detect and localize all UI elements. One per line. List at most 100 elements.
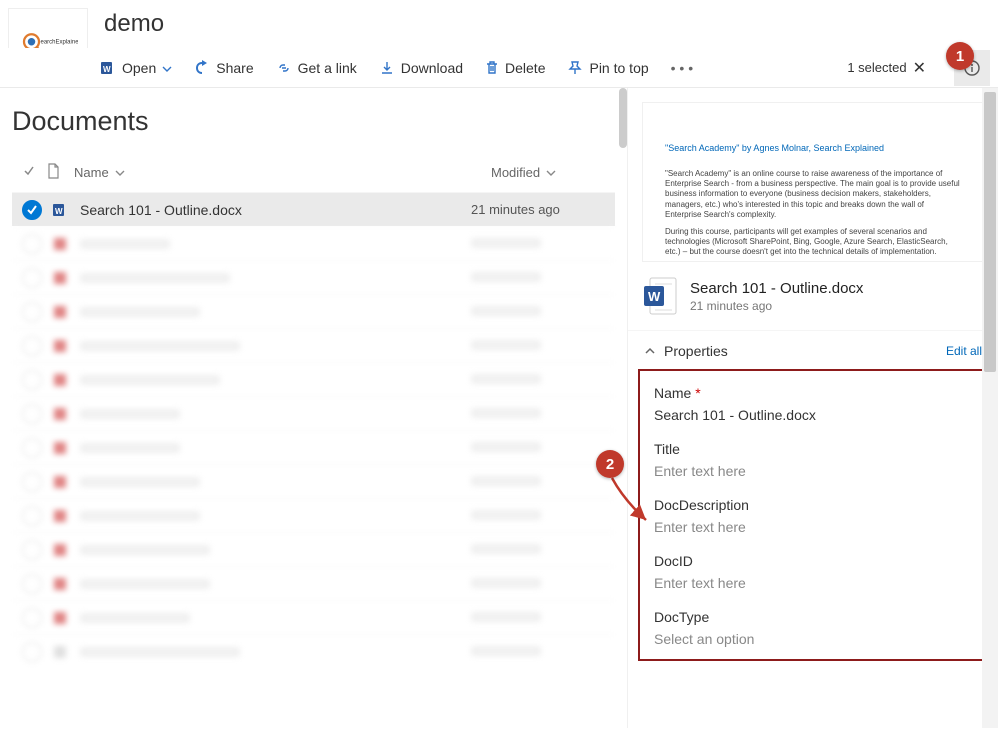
main-area: Documents Name Modified	[0, 88, 998, 728]
preview-paragraph: During this course, participants will ge…	[665, 227, 961, 258]
share-icon	[194, 60, 210, 76]
scrollbar-vertical[interactable]	[982, 88, 998, 728]
details-file-name: Search 101 - Outline.docx	[690, 280, 863, 297]
name-column-header[interactable]: Name	[74, 165, 491, 180]
chevron-down-icon	[115, 168, 125, 178]
property-doctype[interactable]: DocType Select an option	[654, 609, 972, 647]
pin-icon	[567, 60, 583, 76]
clear-selection-button[interactable]: ✕	[913, 58, 926, 78]
scrollbar-vertical[interactable]	[619, 88, 627, 728]
word-icon: W	[100, 60, 116, 76]
prop-name-label: Name	[654, 385, 691, 401]
word-file-icon: W	[46, 202, 74, 218]
prop-desc-placeholder: Enter text here	[654, 519, 972, 535]
file-row[interactable]	[12, 362, 615, 396]
svg-text:W: W	[103, 65, 111, 74]
callout-2-label: 2	[606, 456, 614, 473]
file-row[interactable]	[12, 226, 615, 260]
property-title[interactable]: Title Enter text here	[654, 441, 972, 479]
required-asterisk: *	[695, 385, 700, 401]
file-row[interactable]	[12, 566, 615, 600]
prop-title-label: Title	[654, 441, 972, 457]
command-bar: W Open Share Get a link Download Delete	[0, 48, 998, 88]
file-row[interactable]	[12, 498, 615, 532]
get-link-label: Get a link	[298, 60, 357, 76]
property-name[interactable]: Name * Search 101 - Outline.docx	[654, 385, 972, 423]
page-title: Documents	[12, 106, 615, 137]
share-button[interactable]: Share	[194, 60, 253, 76]
select-all-checkbox[interactable]	[22, 164, 46, 181]
file-list: W Search 101 - Outline.docx 21 minutes a…	[12, 192, 615, 668]
document-preview[interactable]: "Search Academy" by Agnes Molnar, Search…	[628, 88, 998, 262]
file-row[interactable]	[12, 532, 615, 566]
get-link-button[interactable]: Get a link	[276, 60, 357, 76]
prop-desc-label: DocDescription	[654, 497, 972, 513]
selection-count: 1 selected ✕	[847, 58, 926, 78]
check-icon	[26, 204, 38, 216]
properties-header[interactable]: Properties Edit all	[628, 331, 998, 369]
file-row[interactable]: W Search 101 - Outline.docx 21 minutes a…	[12, 192, 615, 226]
svg-text:W: W	[55, 207, 63, 216]
file-row[interactable]	[12, 634, 615, 668]
file-row[interactable]	[12, 294, 615, 328]
preview-heading: "Search Academy" by Agnes Molnar, Search…	[665, 143, 961, 155]
site-title: demo	[104, 10, 164, 38]
download-icon	[379, 60, 395, 76]
prop-doctype-label: DocType	[654, 609, 972, 625]
file-row[interactable]	[12, 396, 615, 430]
prop-docid-placeholder: Enter text here	[654, 575, 972, 591]
edit-all-link[interactable]: Edit all	[946, 344, 982, 358]
open-button[interactable]: W Open	[100, 60, 172, 76]
modified-column-label: Modified	[491, 165, 540, 180]
document-list-pane: Documents Name Modified	[0, 88, 628, 728]
open-label: Open	[122, 60, 156, 76]
delete-label: Delete	[505, 60, 545, 76]
modified-column-header[interactable]: Modified	[491, 165, 611, 180]
file-row[interactable]	[12, 464, 615, 498]
delete-button[interactable]: Delete	[485, 60, 545, 76]
prop-title-placeholder: Enter text here	[654, 463, 972, 479]
scrollbar-thumb[interactable]	[619, 88, 627, 148]
preview-page: "Search Academy" by Agnes Molnar, Search…	[642, 102, 984, 262]
svg-text:earchExplained: earchExplained	[41, 39, 79, 45]
row-select-checkbox[interactable]	[22, 200, 42, 220]
properties-box: Name * Search 101 - Outline.docx Title E…	[638, 369, 988, 661]
property-docid[interactable]: DocID Enter text here	[654, 553, 972, 591]
scrollbar-thumb[interactable]	[984, 92, 996, 372]
file-row[interactable]	[12, 600, 615, 634]
prop-name-value: Search 101 - Outline.docx	[654, 407, 972, 423]
file-name: Search 101 - Outline.docx	[74, 202, 471, 218]
annotation-callout-2: 2	[596, 450, 624, 478]
share-label: Share	[216, 60, 253, 76]
file-row[interactable]	[12, 328, 615, 362]
prop-doctype-placeholder: Select an option	[654, 631, 972, 647]
details-pane: "Search Academy" by Agnes Molnar, Search…	[628, 88, 998, 728]
prop-docid-label: DocID	[654, 553, 972, 569]
more-button[interactable]: • • •	[671, 60, 693, 76]
type-column-icon[interactable]	[46, 163, 74, 182]
chevron-down-icon	[546, 168, 556, 178]
column-headers: Name Modified	[12, 159, 615, 190]
chevron-down-icon	[162, 61, 172, 77]
svg-text:W: W	[648, 289, 661, 304]
link-icon	[276, 60, 292, 76]
annotation-callout-1: 1	[946, 42, 974, 70]
selection-count-label: 1 selected	[847, 60, 906, 75]
download-label: Download	[401, 60, 463, 76]
file-row[interactable]	[12, 260, 615, 294]
callout-1-label: 1	[956, 48, 964, 65]
ellipsis-icon: • • •	[671, 60, 693, 76]
properties-title: Properties	[664, 343, 728, 359]
file-row[interactable]	[12, 430, 615, 464]
download-button[interactable]: Download	[379, 60, 463, 76]
file-heading: W Search 101 - Outline.docx 21 minutes a…	[628, 262, 998, 331]
chevron-up-icon	[644, 345, 656, 357]
word-file-icon: W	[644, 276, 678, 316]
trash-icon	[485, 60, 499, 76]
pin-button[interactable]: Pin to top	[567, 60, 648, 76]
property-docdescription[interactable]: DocDescription Enter text here	[654, 497, 972, 535]
name-column-label: Name	[74, 165, 109, 180]
file-modified: 21 minutes ago	[471, 202, 611, 217]
preview-paragraph: "Search Academy" is an online course to …	[665, 169, 961, 221]
pin-label: Pin to top	[589, 60, 648, 76]
